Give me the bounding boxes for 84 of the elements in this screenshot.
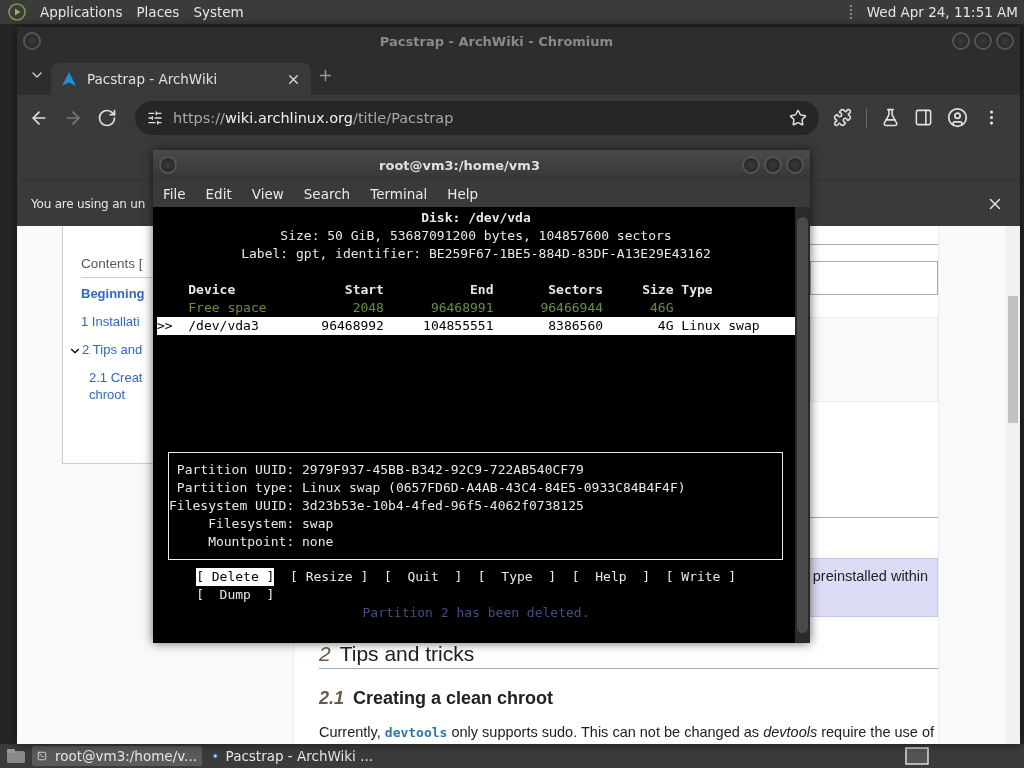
- action-button[interactable]: [ Write ]: [665, 568, 744, 586]
- window-title: Pacstrap - ArchWiki - Chromium: [378, 33, 615, 49]
- detail-value: 2979F937-45BB-B342-92C9-722AB540CF79: [302, 461, 585, 479]
- taskbar-button[interactable]: Pacstrap - ArchWiki ...: [208, 746, 378, 766]
- menu-item[interactable]: Terminal: [370, 185, 428, 202]
- column-header: Type: [681, 281, 714, 299]
- desktop-icon[interactable]: [6, 748, 26, 764]
- section-heading: Tips and tricks: [339, 641, 475, 667]
- detail-label: Partition UUID:: [175, 461, 295, 479]
- table-cell-text: 104855551: [422, 317, 494, 335]
- detail-value: 3d23b53e-10b4-4fed-96f5-4062f0738125: [302, 497, 585, 515]
- disk-title: Disk: /dev/vda: [420, 209, 532, 227]
- column-header: Device: [188, 281, 237, 299]
- reload-button[interactable]: [97, 107, 117, 128]
- bookmark-star-icon[interactable]: [789, 108, 807, 127]
- contents-link[interactable]: 1 Installati: [81, 308, 140, 336]
- column-header: Size: [641, 281, 674, 299]
- flask-icon[interactable]: [881, 108, 900, 127]
- menu-item[interactable]: Help: [447, 185, 479, 202]
- contents-link[interactable]: 2 Tips and: [82, 336, 143, 364]
- detail-label: Filesystem UUID:: [169, 497, 295, 515]
- panel-menu[interactable]: Applications: [40, 4, 123, 20]
- puzzle-icon[interactable]: [833, 108, 852, 127]
- site-info-icon[interactable]: [147, 109, 163, 126]
- table-cell-text: 96466944: [539, 299, 604, 317]
- table-cell-text: Free space: [188, 299, 268, 317]
- table-cell-text: 96468992: [320, 317, 384, 335]
- action-button[interactable]: [ Type ]: [477, 568, 557, 586]
- menu-item[interactable]: View: [251, 185, 284, 202]
- infobar-message: You are using an un: [31, 196, 147, 211]
- scrollbar[interactable]: [1005, 226, 1020, 744]
- clock[interactable]: Wed Apr 24, 11:51 AM: [866, 4, 1018, 20]
- table-cell-text: Linux swap: [681, 317, 761, 335]
- side-panel-icon[interactable]: [914, 108, 933, 127]
- arch-logo-icon: [61, 71, 77, 87]
- section-heading: Creating a clean chroot: [353, 687, 554, 709]
- status-message: Partition 2 has been deleted.: [361, 604, 591, 622]
- detail-label: Filesystem:: [207, 515, 295, 533]
- paragraph: Currently, devtools only supports sudo. This can not be changed as devtools require the use of: [319, 723, 936, 742]
- workspace-icon[interactable]: [902, 746, 932, 766]
- menu-item[interactable]: Edit: [205, 185, 232, 202]
- detail-value: none: [302, 533, 335, 551]
- menu-item[interactable]: Search: [303, 185, 351, 202]
- detail-label: Partition type:: [175, 479, 295, 497]
- address-bar[interactable]: https://wiki.archlinux.org/title/Pacstrap: [135, 100, 819, 135]
- row-cursor: >>: [157, 317, 174, 335]
- profile-icon[interactable]: [947, 107, 968, 128]
- code-link[interactable]: devtools: [384, 725, 448, 740]
- table-cell-text: 46G: [649, 299, 674, 317]
- contents-link[interactable]: 2.1 Creat chroot: [89, 364, 143, 403]
- scrollbar[interactable]: [795, 207, 810, 643]
- panel-handle-icon: [848, 4, 853, 20]
- taskbar-button[interactable]: root@vm3:/home/v...: [32, 746, 202, 766]
- section-number: 2: [319, 641, 331, 667]
- action-button[interactable]: [ Resize ]: [290, 568, 369, 586]
- column-header: End: [469, 281, 494, 299]
- section-number: 2.1: [319, 687, 345, 709]
- table-cell-text: 96468991: [429, 299, 494, 317]
- table-row[interactable]: Free space 2048 96468991 96466944 46G: [157, 299, 795, 317]
- detail-label: Mountpoint:: [207, 533, 295, 551]
- table-row[interactable]: >> /dev/vda3 96468992 104855551 8386560 4G Linux swap: [157, 317, 795, 335]
- panel-menu[interactable]: Places: [136, 4, 180, 20]
- detail-value: Linux swap (0657FD6D-A4AB-43C4-84E5-0933C84B4F4F): [302, 479, 687, 497]
- action-button[interactable]: [ Dump ]: [196, 586, 275, 604]
- panel-menu[interactable]: System: [193, 4, 244, 20]
- menu-item[interactable]: File: [163, 185, 186, 202]
- tab-title: Pacstrap - ArchWiki: [87, 71, 219, 87]
- action-button[interactable]: [ Help ]: [571, 568, 650, 586]
- action-button[interactable]: [ Quit ]: [383, 568, 463, 586]
- table-cell-text: 4G: [656, 317, 674, 335]
- window-title: root@vm3:/home/vm3: [378, 157, 541, 173]
- url-text: https://wiki.archlinux.org/title/Pacstrap: [173, 109, 455, 126]
- detail-value: swap: [302, 515, 335, 533]
- table-cell-text: 8386560: [547, 317, 604, 335]
- table-cell-text: 2048: [351, 299, 384, 317]
- play-icon[interactable]: [8, 3, 26, 21]
- contents-link[interactable]: Beginning: [81, 280, 145, 308]
- action-button[interactable]: [ Delete ]: [196, 568, 275, 586]
- column-header: Start: [343, 281, 384, 299]
- note-text: preinstalled within: [812, 568, 928, 585]
- browser-tab[interactable]: Pacstrap - ArchWiki: [51, 63, 311, 95]
- table-cell-text: /dev/vda3: [188, 317, 260, 335]
- column-header: Sectors: [547, 281, 604, 299]
- disk-info: Size: 50 GiB, 53687091200 bytes, 104857600 sectors: [279, 227, 673, 245]
